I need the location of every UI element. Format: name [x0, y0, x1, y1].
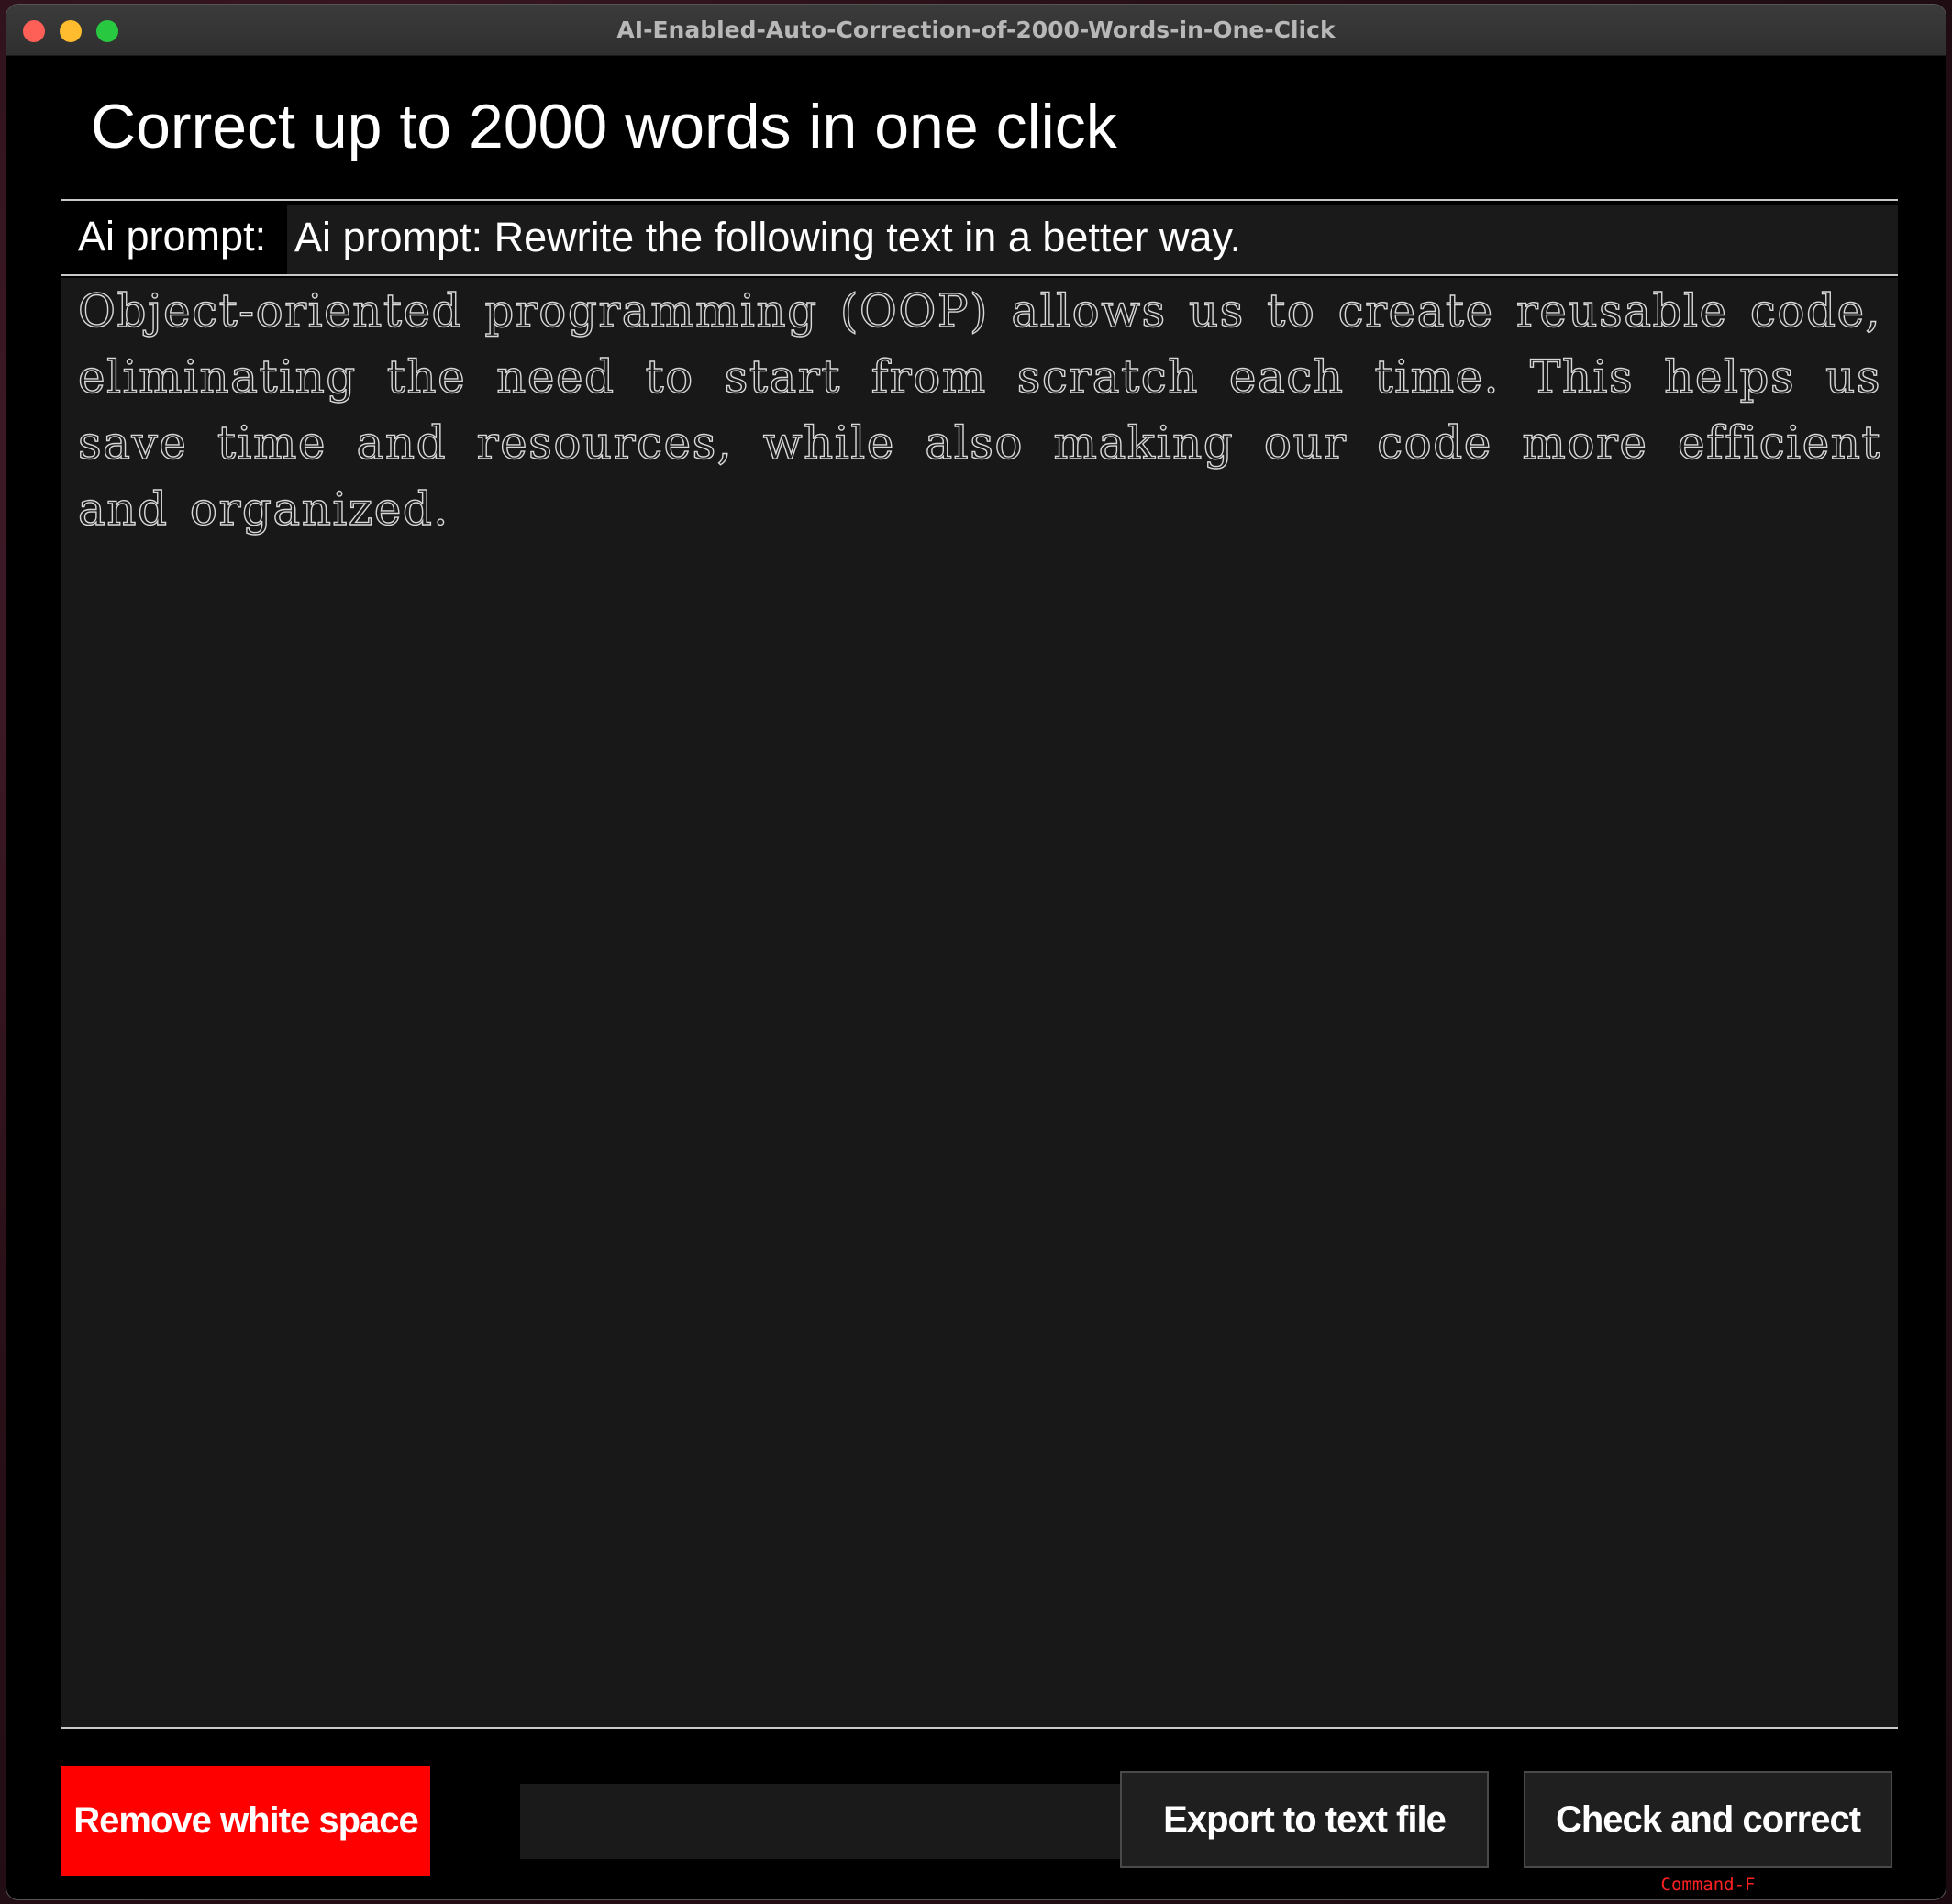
prompt-label: Ai prompt: — [61, 205, 287, 276]
app-window: AI-Enabled-Auto-Correction-of-2000-Words… — [6, 4, 1946, 1900]
remove-white-space-button[interactable]: Remove white space — [61, 1766, 430, 1876]
text-editor[interactable]: Object-oriented programming (OOP) allows… — [61, 278, 1898, 1727]
title-bar[interactable]: AI-Enabled-Auto-Correction-of-2000-Words… — [6, 5, 1946, 56]
export-to-text-file-button[interactable]: Export to text file — [1120, 1771, 1489, 1868]
divider-bottom — [61, 1727, 1898, 1729]
page-title: Correct up to 2000 words in one click — [91, 92, 1117, 161]
prompt-row: Ai prompt: — [61, 205, 1898, 276]
prompt-input[interactable] — [287, 205, 1898, 276]
status-field[interactable] — [520, 1784, 1127, 1859]
check-shortcut-hint: Command-F — [1660, 1875, 1756, 1895]
check-and-correct-button[interactable]: Check and correct — [1524, 1771, 1892, 1868]
window-title: AI-Enabled-Auto-Correction-of-2000-Words… — [616, 17, 1336, 43]
divider-top — [61, 199, 1898, 201]
divider-prompt — [61, 274, 1898, 276]
